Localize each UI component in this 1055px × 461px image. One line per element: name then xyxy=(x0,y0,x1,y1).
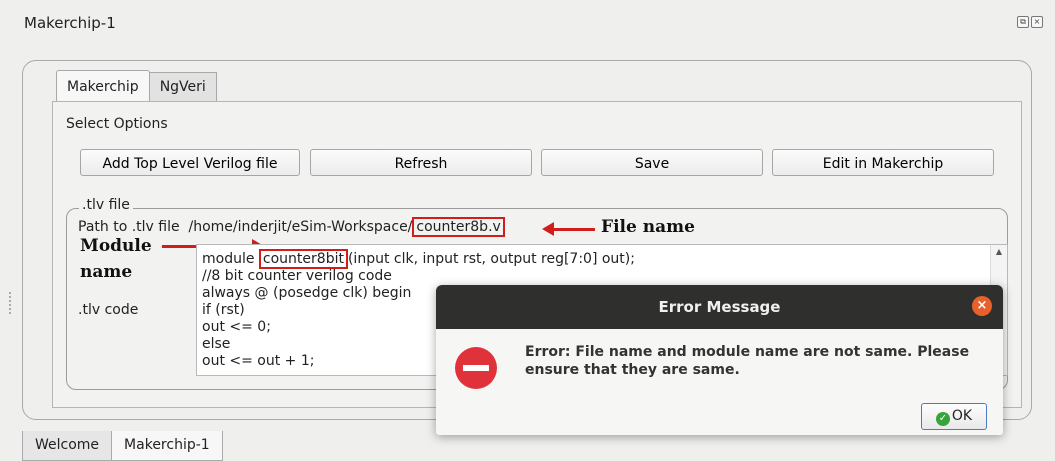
tlv-group-title: .tlv file xyxy=(79,197,133,213)
path-row: Path to .tlv file /home/inderjit/eSim-Wo… xyxy=(78,217,505,237)
file-name-arrow xyxy=(550,228,595,231)
path-file-name: counter8b.v xyxy=(412,217,505,237)
scroll-up-icon[interactable]: ▲ xyxy=(991,245,1007,259)
close-dock-icon[interactable]: × xyxy=(1031,16,1043,28)
dock-title: Makerchip-1 xyxy=(24,14,116,32)
stop-icon xyxy=(455,347,497,389)
save-button[interactable]: Save xyxy=(541,149,763,176)
tab-bar: Makerchip NgVeri xyxy=(56,70,217,101)
module-annotation-line1: Module xyxy=(80,236,152,256)
code-line: //8 bit counter verilog code xyxy=(202,268,392,284)
module-annotation-line2: name xyxy=(80,262,133,282)
bottom-tab-bar: Welcome Makerchip-1 xyxy=(22,431,223,461)
tab-welcome[interactable]: Welcome xyxy=(22,431,113,461)
add-verilog-button[interactable]: Add Top Level Verilog file xyxy=(80,149,300,176)
tab-makerchip-1[interactable]: Makerchip-1 xyxy=(111,431,223,461)
path-label: Path to .tlv file xyxy=(78,219,180,235)
ok-button[interactable]: ✓ OK xyxy=(921,403,987,430)
refresh-button[interactable]: Refresh xyxy=(310,149,532,176)
error-message: Error: File name and module name are not… xyxy=(525,344,970,378)
checkmark-icon: ✓ xyxy=(935,412,950,426)
tab-ngveri[interactable]: NgVeri xyxy=(148,72,217,101)
code-line: module counter8bit (input clk, input rst,… xyxy=(202,249,635,269)
file-name-annotation: File name xyxy=(601,217,695,237)
ok-label: OK xyxy=(951,408,973,424)
dock-controls: ⧉ × xyxy=(1017,16,1043,28)
edit-makerchip-button[interactable]: Edit in Makerchip xyxy=(772,149,994,176)
float-icon[interactable]: ⧉ xyxy=(1017,16,1029,28)
tlv-code-label: .tlv code xyxy=(78,302,139,318)
dialog-title: Error Message xyxy=(658,298,781,316)
path-prefix: /home/inderjit/eSim-Workspace/ xyxy=(188,219,413,235)
error-dialog: Error Message × Error: File name and mod… xyxy=(436,285,1003,435)
module-name-highlight: counter8bit xyxy=(258,249,348,269)
close-icon[interactable]: × xyxy=(972,296,992,316)
splitter-handle[interactable] xyxy=(9,292,11,316)
tab-makerchip[interactable]: Makerchip xyxy=(56,70,150,101)
file-name-arrowhead xyxy=(542,222,554,236)
select-options-label: Select Options xyxy=(66,116,168,132)
dialog-titlebar: Error Message × xyxy=(436,285,1003,329)
